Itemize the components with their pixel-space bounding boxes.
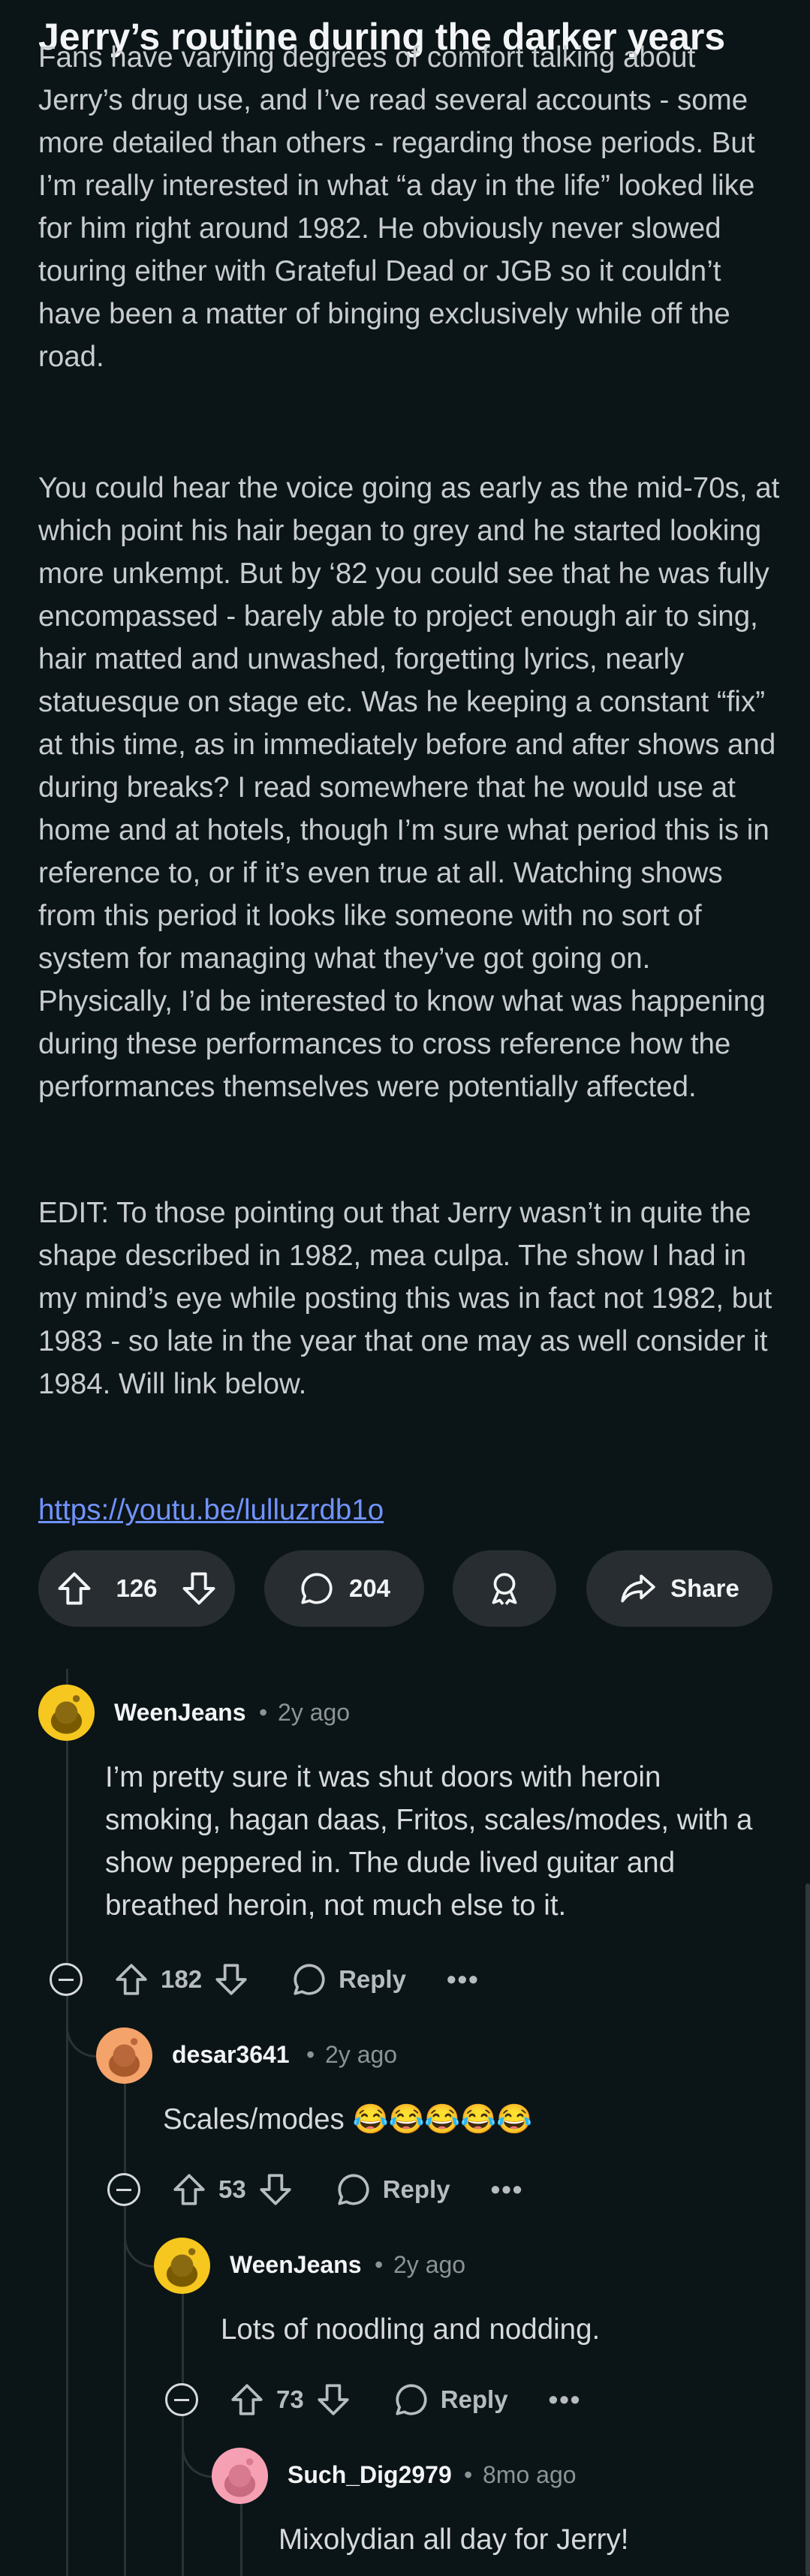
- downvote-icon[interactable]: [212, 1961, 250, 1998]
- comment-text: Mixolydian all day for Jerry!: [279, 2523, 629, 2556]
- comment-vote-count: 53: [218, 2175, 246, 2203]
- comment-age: 8mo ago: [483, 2461, 577, 2488]
- post-paragraph-3: EDIT: To those pointing out that Jerry w…: [38, 1197, 772, 1400]
- avatar[interactable]: [38, 1685, 95, 1741]
- comment-username[interactable]: desar3641: [172, 2041, 290, 2069]
- thread-elbow-2: [124, 2206, 155, 2268]
- thread-line-level-2[interactable]: [124, 2077, 126, 2576]
- comment-age: 2y ago: [393, 2251, 466, 2278]
- collapse-thread-button[interactable]: [107, 2173, 140, 2206]
- post-vote-count: 126: [116, 1574, 158, 1602]
- snoo-avatar-icon: [166, 2248, 198, 2287]
- meta-separator: •: [259, 1699, 268, 1726]
- reply-button[interactable]: Reply: [291, 1961, 406, 1998]
- collapse-thread-button[interactable]: [165, 2383, 198, 2416]
- comment-actions: 53 Reply •••: [170, 2167, 523, 2212]
- comment-actions: 182 Reply •••: [113, 1957, 480, 2002]
- comment-age: 2y ago: [325, 2041, 398, 2068]
- reply-label: Reply: [440, 2385, 508, 2413]
- snoo-avatar-icon: [108, 2038, 140, 2077]
- reply-label: Reply: [339, 1965, 406, 1993]
- post-paragraph-2: You could hear the voice going as early …: [38, 472, 780, 1103]
- thread-line-level-1[interactable]: [66, 1669, 68, 2576]
- thread-line-level-4[interactable]: [240, 2497, 242, 2576]
- downvote-icon[interactable]: [179, 1569, 218, 1608]
- thread-elbow-1: [66, 1996, 98, 2057]
- collapse-thread-button[interactable]: [50, 1963, 83, 1996]
- share-icon: [619, 1570, 657, 1607]
- upvote-icon[interactable]: [170, 2171, 208, 2208]
- reply-icon: [294, 1964, 325, 1995]
- more-options-button[interactable]: •••: [491, 2174, 524, 2205]
- comment-vote-count: 73: [276, 2385, 304, 2413]
- comment-age: 2y ago: [278, 1699, 351, 1726]
- upvote-icon[interactable]: [55, 1569, 94, 1608]
- comment-text: Lots of noodling and nodding.: [221, 2313, 601, 2346]
- post-vote-pill: 126: [38, 1550, 235, 1627]
- comment-text: I’m pretty sure it was shut doors with h…: [105, 1761, 753, 1922]
- comment-text: Scales/modes 😂😂😂😂😂: [163, 2103, 533, 2136]
- reply-button[interactable]: Reply: [335, 2171, 450, 2208]
- upvote-icon[interactable]: [113, 1961, 150, 1998]
- meta-separator: •: [306, 2041, 315, 2068]
- share-button[interactable]: Share: [586, 1550, 772, 1627]
- snoo-avatar-icon: [50, 1695, 83, 1734]
- share-label: Share: [670, 1574, 739, 1602]
- award-button[interactable]: [453, 1550, 556, 1627]
- comment-username[interactable]: WeenJeans: [114, 1699, 246, 1727]
- reply-button[interactable]: Reply: [393, 2381, 508, 2418]
- meta-separator: •: [464, 2461, 473, 2488]
- award-icon: [486, 1570, 523, 1607]
- more-options-button[interactable]: •••: [447, 1964, 480, 1995]
- reply-icon: [396, 2384, 427, 2415]
- scrollbar[interactable]: [805, 1883, 810, 2576]
- comment-icon: [298, 1570, 336, 1607]
- reply-label: Reply: [382, 2175, 450, 2203]
- meta-separator: •: [375, 2251, 384, 2278]
- avatar[interactable]: [154, 2238, 210, 2294]
- post-link[interactable]: https://youtu.be/lulluzrdb1o: [38, 1489, 384, 1531]
- downvote-icon[interactable]: [315, 2381, 352, 2418]
- post-paragraph-1: Fans have varying degrees of comfort tal…: [38, 41, 755, 373]
- comment-username[interactable]: WeenJeans: [230, 2251, 362, 2279]
- comment-vote-count: 182: [161, 1965, 203, 1993]
- snoo-avatar-icon: [224, 2458, 256, 2497]
- comments-button[interactable]: 204: [264, 1550, 424, 1627]
- downvote-icon[interactable]: [257, 2171, 294, 2208]
- more-options-button[interactable]: •••: [549, 2384, 582, 2415]
- upvote-icon[interactable]: [228, 2381, 266, 2418]
- avatar[interactable]: [96, 2027, 152, 2084]
- comment-count: 204: [348, 1574, 391, 1602]
- comment-username[interactable]: Such_Dig2979: [288, 2461, 452, 2489]
- comment-actions: 73 Reply •••: [228, 2377, 581, 2422]
- thread-elbow-3: [182, 2416, 213, 2478]
- reply-icon: [338, 2174, 369, 2205]
- avatar[interactable]: [212, 2448, 268, 2504]
